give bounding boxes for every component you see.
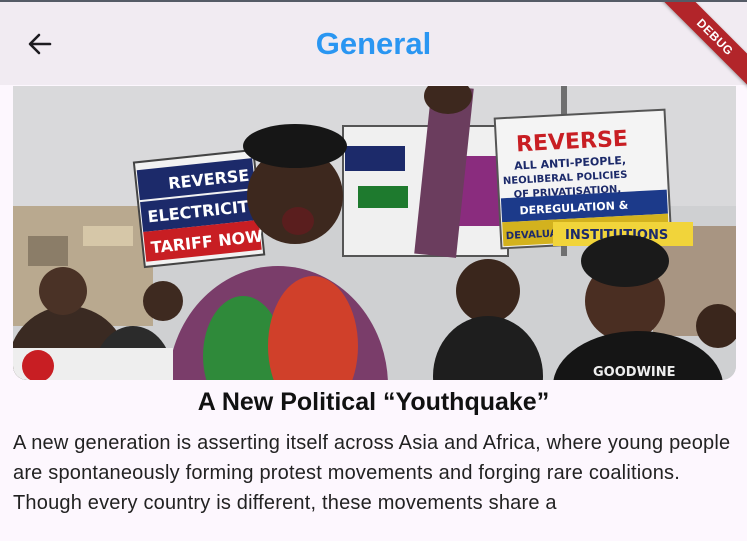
sign-left: REVERSE ELECTRICITY TARIFF NOW xyxy=(132,148,266,269)
app-bar: General xyxy=(0,2,747,85)
article-image: REVERSE ELECTRICITY TARIFF NOW REVERSE A… xyxy=(13,86,736,380)
back-button[interactable] xyxy=(18,22,62,66)
page-title: General xyxy=(315,26,432,61)
shirt-text: GOODWINE xyxy=(593,365,676,380)
debug-banner: DEBUG xyxy=(657,2,747,92)
protest-photo: REVERSE ELECTRICITY TARIFF NOW REVERSE A… xyxy=(13,86,736,380)
article-title: A New Political “Youthquake” xyxy=(197,388,550,416)
arrow-back-icon xyxy=(28,33,52,55)
article-body: A new generation is asserting itself acr… xyxy=(13,432,731,514)
debug-label: DEBUG xyxy=(661,2,747,91)
